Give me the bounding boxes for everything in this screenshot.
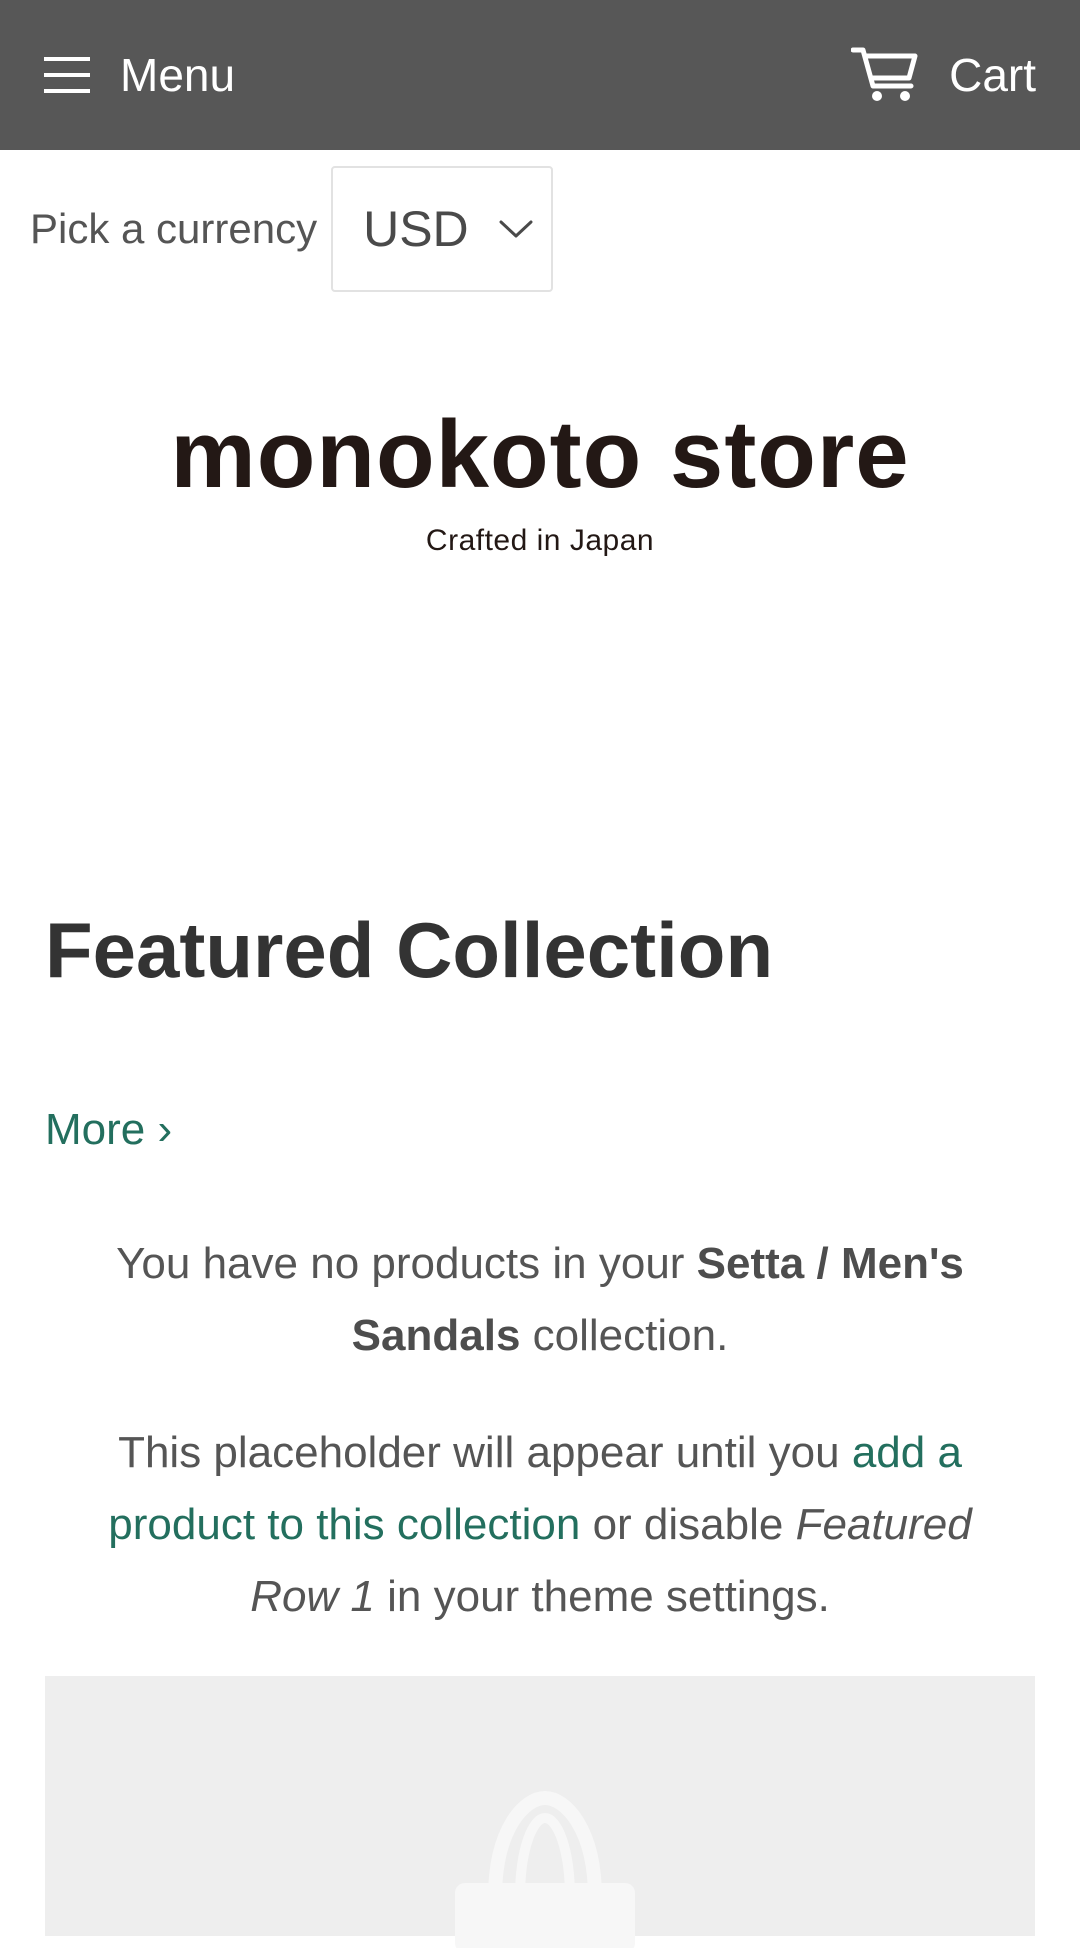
- logo-name: monokoto store: [170, 401, 910, 508]
- currency-label: Pick a currency: [30, 205, 318, 252]
- currency-selected-value: USD: [363, 201, 469, 257]
- shopping-cart-icon: [851, 47, 918, 101]
- cart-label: Cart: [949, 49, 1036, 101]
- menu-button[interactable]: Menu: [44, 40, 235, 110]
- shopping-bag-icon: [455, 1790, 635, 1948]
- currency-picker: Pick a currency USD: [30, 165, 554, 293]
- placeholder-text-prefix: This placeholder will appear until you: [118, 1428, 852, 1477]
- empty-collection-message: You have no products in your Setta / Men…: [60, 1228, 1020, 1372]
- placeholder-text-suffix: in your theme settings.: [374, 1572, 830, 1621]
- section-title: Featured Collection: [45, 906, 774, 994]
- hamburger-icon: [44, 57, 90, 93]
- empty-text-suffix: collection.: [520, 1311, 729, 1360]
- placeholder-text-middle: or disable: [580, 1500, 796, 1549]
- currency-select[interactable]: USD: [331, 166, 554, 292]
- more-link[interactable]: More ›: [45, 1100, 172, 1160]
- chevron-down-icon: [499, 220, 533, 238]
- site-header: Menu Cart: [0, 0, 1080, 150]
- product-placeholder-image[interactable]: [45, 1676, 1035, 1948]
- store-logo[interactable]: monokoto store Crafted in Japan: [0, 400, 1080, 558]
- placeholder-message: This placeholder will appear until you a…: [60, 1417, 1020, 1633]
- menu-label: Menu: [120, 49, 236, 101]
- cart-button[interactable]: Cart: [851, 40, 1036, 110]
- empty-text-prefix: You have no products in your: [116, 1239, 697, 1288]
- logo-tagline: Crafted in Japan: [425, 524, 655, 557]
